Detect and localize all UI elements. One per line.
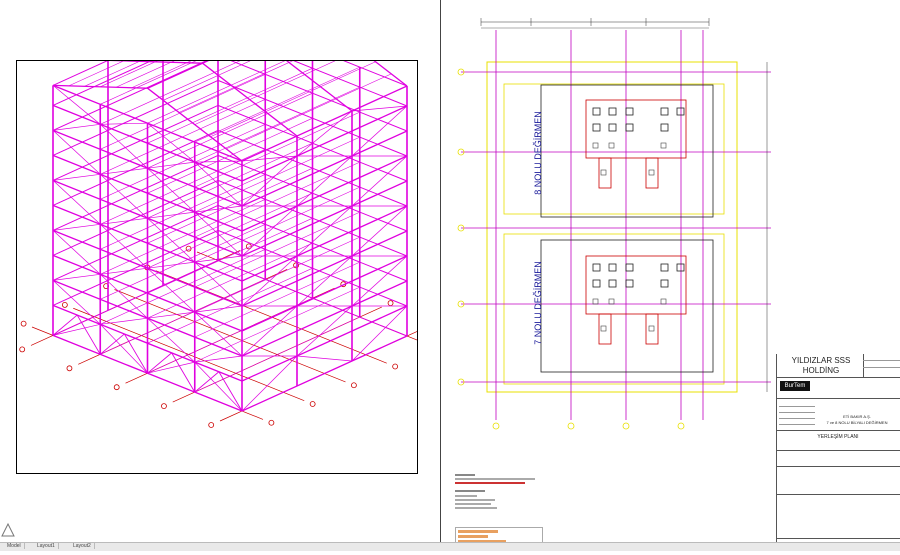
company-logo: BurTem (780, 381, 810, 391)
title-block: YILDIZLAR SSS HOLDİNG BurTem ETİ BAKIR A… (776, 354, 900, 544)
tab-layout1[interactable]: Layout1 (34, 543, 59, 549)
mill-7-label: 7 NOLU DEĞİRMEN (533, 261, 543, 345)
layout-plan-sheet[interactable]: 8 NOLU DEĞİRMEN 7 NOLU DEĞİRMEN YILDIZLA… (441, 0, 900, 550)
sheet-title: YERLEŞİM PLANI (817, 434, 859, 440)
isometric-view-panel[interactable] (16, 9, 441, 474)
ucs-icon (1, 522, 15, 537)
revision-table (779, 401, 815, 427)
tab-model[interactable]: Model (4, 543, 25, 549)
client-line-2: HOLDİNG (802, 366, 840, 375)
client-line-1: YILDIZLAR SSS (791, 356, 851, 365)
project-line-2: 7 ve 8 NOLU BİLYALI DEĞİRMEN (826, 420, 888, 425)
mill-8-label: 8 NOLU DEĞİRMEN (533, 111, 543, 195)
notes-block (455, 474, 541, 524)
isometric-steel-structure (19, 9, 441, 428)
project-line-1: ETİ BAKIR A.Ş. (843, 414, 871, 419)
company-logo-text: BurTem (784, 383, 806, 389)
tab-layout2[interactable]: Layout2 (70, 543, 95, 549)
